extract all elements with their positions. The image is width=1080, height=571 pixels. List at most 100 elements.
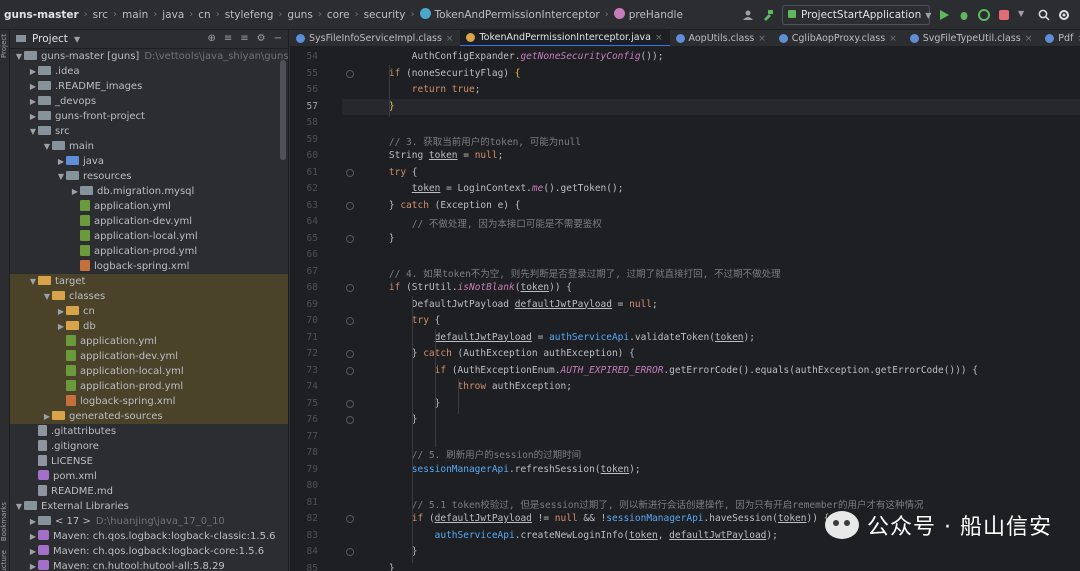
debug-icon[interactable] (958, 9, 970, 21)
tree-item[interactable]: pom.xml (10, 469, 288, 484)
more-icon[interactable]: ▼ (1018, 9, 1030, 21)
code-line[interactable]: } (366, 101, 395, 112)
chevron-right-icon[interactable]: ▶ (28, 529, 38, 544)
chevron-right-icon[interactable]: ▶ (28, 109, 38, 124)
collapse-all-icon[interactable]: ≡ (240, 33, 248, 44)
tree-item[interactable]: ▼ classes (10, 289, 288, 304)
code-line[interactable]: throw authException; (366, 381, 572, 392)
breadcrumb-item[interactable]: stylefeng (225, 9, 274, 21)
close-icon[interactable]: × (1025, 34, 1033, 44)
project-panel-title[interactable]: Project (32, 33, 68, 45)
project-scrollbar[interactable] (280, 60, 286, 160)
chevron-down-icon[interactable]: ▼ (74, 35, 80, 44)
breadcrumb-item[interactable]: guns-master (4, 9, 79, 21)
code-line[interactable]: } (366, 546, 418, 557)
breadcrumb-item[interactable]: cn (198, 9, 210, 21)
close-icon[interactable]: × (655, 33, 663, 43)
code-line[interactable]: sessionManagerApi.refreshSession(token); (366, 464, 641, 475)
tree-item[interactable]: ▶ .README_images (10, 79, 288, 94)
tree-item[interactable]: ▶ db (10, 319, 288, 334)
tree-item[interactable]: application.yml (10, 199, 288, 214)
close-icon[interactable]: × (446, 34, 454, 44)
tree-item[interactable]: .gitignore (10, 439, 288, 454)
editor-tab[interactable]: CglibAopProxy.class × (773, 30, 904, 46)
hammer-icon[interactable] (762, 9, 774, 21)
tree-item[interactable]: LICENSE (10, 454, 288, 469)
minimize-icon[interactable]: − (274, 33, 282, 44)
profile-icon[interactable] (978, 9, 990, 21)
code-area[interactable]: AuthConfigExpander.getNoneSecurityConfig… (342, 47, 1080, 571)
run-configuration-select[interactable]: ProjectStartApplication ▼ (782, 5, 931, 25)
tree-item[interactable]: logback-spring.xml (10, 259, 288, 274)
code-line[interactable]: } (366, 563, 395, 571)
tree-item[interactable]: ▶ java (10, 154, 288, 169)
breadcrumb-item[interactable]: TokenAndPermissionInterceptor (419, 8, 600, 21)
code-line[interactable]: // 4. 如果token不为空, 则先判断是否登录过期了, 过期了就直接打回,… (366, 266, 781, 280)
code-line[interactable]: } (366, 398, 441, 409)
tree-item[interactable]: ▶ Maven: ch.qos.logback:logback-core:1.5.… (10, 544, 288, 559)
code-line[interactable]: defaultJwtPayload = authServiceApi.valid… (366, 332, 755, 343)
editor-tab[interactable]: TokenAndPermissionInterceptor.java × (460, 30, 670, 46)
code-line[interactable]: return true; (366, 84, 481, 95)
code-line[interactable]: if (defaultJwtPayload != null && !sessio… (366, 513, 830, 524)
chevron-right-icon[interactable]: ▶ (56, 304, 66, 319)
code-line[interactable]: // 5. 刷新用户的session的过期时间 (366, 447, 581, 461)
tree-item[interactable]: ▶ _devops (10, 94, 288, 109)
coverage-icon[interactable] (998, 9, 1010, 21)
code-line[interactable]: if (StrUtil.isNotBlank(token)) { (366, 282, 572, 293)
tree-item[interactable]: application.yml (10, 334, 288, 349)
chevron-down-icon[interactable]: ▼ (42, 289, 52, 304)
chevron-right-icon[interactable]: ▶ (28, 559, 38, 571)
chevron-right-icon[interactable]: ▶ (42, 409, 52, 424)
settings-icon[interactable] (1058, 9, 1070, 21)
chevron-right-icon[interactable]: ▶ (28, 79, 38, 94)
code-line[interactable]: DefaultJwtPayload defaultJwtPayload = nu… (366, 299, 658, 310)
project-tool-button[interactable]: Project (0, 34, 10, 58)
tree-item[interactable]: ▼ target (10, 274, 288, 289)
tree-item[interactable]: ▶ cn (10, 304, 288, 319)
tree-item[interactable]: .gitattributes (10, 424, 288, 439)
tree-item[interactable]: ▼ External Libraries (10, 499, 288, 514)
close-icon[interactable]: × (758, 34, 766, 44)
chevron-down-icon[interactable]: ▼ (42, 139, 52, 154)
code-line[interactable]: if (AuthExceptionEnum.AUTH_EXPIRED_ERROR… (366, 365, 978, 376)
locate-icon[interactable]: ⊕ (207, 33, 215, 44)
tree-item[interactable]: ▼ main (10, 139, 288, 154)
breadcrumb-item[interactable]: core (327, 9, 350, 21)
tree-item[interactable]: README.md (10, 484, 288, 499)
expand-all-icon[interactable]: ≡ (224, 33, 232, 44)
code-line[interactable]: authServiceApi.createNewLoginInfo(token,… (366, 530, 778, 541)
code-line[interactable]: } catch (Exception e) { (366, 200, 521, 211)
tree-item[interactable]: ▶ generated-sources (10, 409, 288, 424)
editor-tab[interactable]: Pdf× (1039, 30, 1080, 46)
gear-icon[interactable]: ⚙ (257, 33, 266, 44)
tree-item[interactable]: application-dev.yml (10, 349, 288, 364)
breadcrumb-item[interactable]: src (93, 9, 108, 21)
chevron-down-icon[interactable]: ▼ (28, 124, 38, 139)
tree-item[interactable]: ▼ src (10, 124, 288, 139)
chevron-down-icon[interactable]: ▼ (14, 49, 24, 64)
chevron-right-icon[interactable]: ▶ (28, 64, 38, 79)
breadcrumb-item[interactable]: guns (287, 9, 312, 21)
code-line[interactable]: } (366, 414, 418, 425)
tree-item[interactable]: ▼ resources (10, 169, 288, 184)
code-line[interactable]: AuthConfigExpander.getNoneSecurityConfig… (366, 51, 664, 62)
breadcrumb-item[interactable]: security (364, 9, 406, 21)
code-line[interactable]: token = LoginContext.me().getToken(); (366, 183, 624, 194)
code-line[interactable]: try { (366, 167, 418, 178)
chevron-right-icon[interactable]: ▶ (56, 154, 66, 169)
structure-tool-button[interactable]: Structure (0, 550, 10, 571)
chevron-down-icon[interactable]: ▼ (14, 499, 24, 514)
chevron-right-icon[interactable]: ▶ (28, 544, 38, 559)
code-line[interactable]: } catch (AuthException authException) { (366, 348, 635, 359)
breadcrumb-item[interactable]: preHandle (613, 8, 683, 21)
code-line[interactable]: // 不做处理, 因为本接口可能是不需要鉴权 (366, 216, 602, 230)
run-icon[interactable] (938, 9, 950, 21)
bookmarks-tool-button[interactable]: Bookmarks (0, 502, 10, 541)
tree-item[interactable]: application-dev.yml (10, 214, 288, 229)
editor-tab[interactable]: AopUtils.class × (670, 30, 773, 46)
editor-tab[interactable]: SvgFileTypeUtil.class × (904, 30, 1040, 46)
chevron-down-icon[interactable]: ▼ (56, 169, 66, 184)
chevron-right-icon[interactable]: ▶ (56, 319, 66, 334)
tree-item[interactable]: application-local.yml (10, 364, 288, 379)
